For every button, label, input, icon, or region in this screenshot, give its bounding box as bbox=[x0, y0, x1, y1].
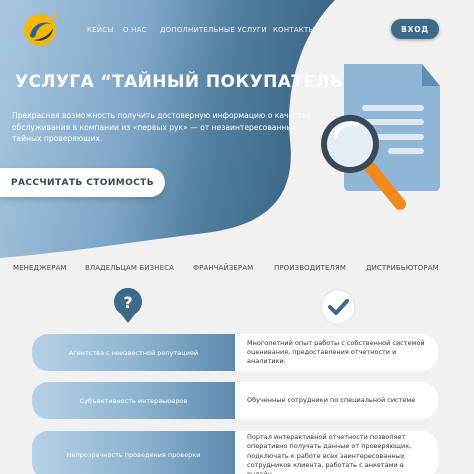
solution-item: Обученные сотрудники по специальной сист… bbox=[235, 382, 438, 419]
hero-description: Прекрасная возможность получить достовер… bbox=[12, 111, 311, 143]
page-title: УСЛУГА “ТАЙНЫЙ ПОКУПАТЕЛЬ” bbox=[15, 72, 355, 92]
tab-business-owners[interactable]: ВЛАДЕЛЬЦАМ БИЗНЕСА bbox=[85, 264, 174, 272]
problem-item: Агентства с неизвестной репутацией bbox=[32, 334, 235, 371]
question-icon: ? bbox=[114, 287, 142, 323]
login-button[interactable]: ВХОД bbox=[391, 19, 439, 39]
company-logo[interactable] bbox=[22, 10, 60, 48]
problem-item: Субъективность интервьюеров bbox=[32, 382, 235, 419]
tab-producers[interactable]: ПРОИЗВОДИТЕЛЯМ bbox=[274, 264, 346, 272]
solution-item: Портал интерактивной отчетности позволяе… bbox=[235, 431, 438, 474]
nav-item-contacts[interactable]: КОНТАКТЫ bbox=[273, 26, 315, 34]
problem-item: Непрозрачность проведения проверки bbox=[32, 431, 235, 474]
nav-item-extra-services[interactable]: ДОПОЛНИТЕЛЬНЫЕ УСЛУГИ bbox=[160, 26, 267, 34]
calculate-cost-button[interactable]: РАССЧИТАТЬ СТОИМОСТЬ bbox=[0, 168, 165, 197]
nav-item-cases[interactable]: КЕЙСЫ bbox=[87, 26, 114, 34]
tab-distributors[interactable]: ДИСТРИБЬЮТОРАМ bbox=[366, 264, 439, 272]
document-magnifier-illustration bbox=[321, 64, 440, 210]
nav-item-about[interactable]: О НАС bbox=[123, 26, 147, 34]
svg-text:?: ? bbox=[123, 293, 132, 312]
solution-item: Многолетний опыт работы с собственной си… bbox=[235, 334, 438, 371]
tab-managers[interactable]: МЕНЕДЖЕРАМ bbox=[13, 264, 67, 272]
checkmark-icon bbox=[320, 289, 356, 325]
tab-franchisors[interactable]: ФРАНЧАЙЗЕРАМ bbox=[193, 264, 253, 272]
